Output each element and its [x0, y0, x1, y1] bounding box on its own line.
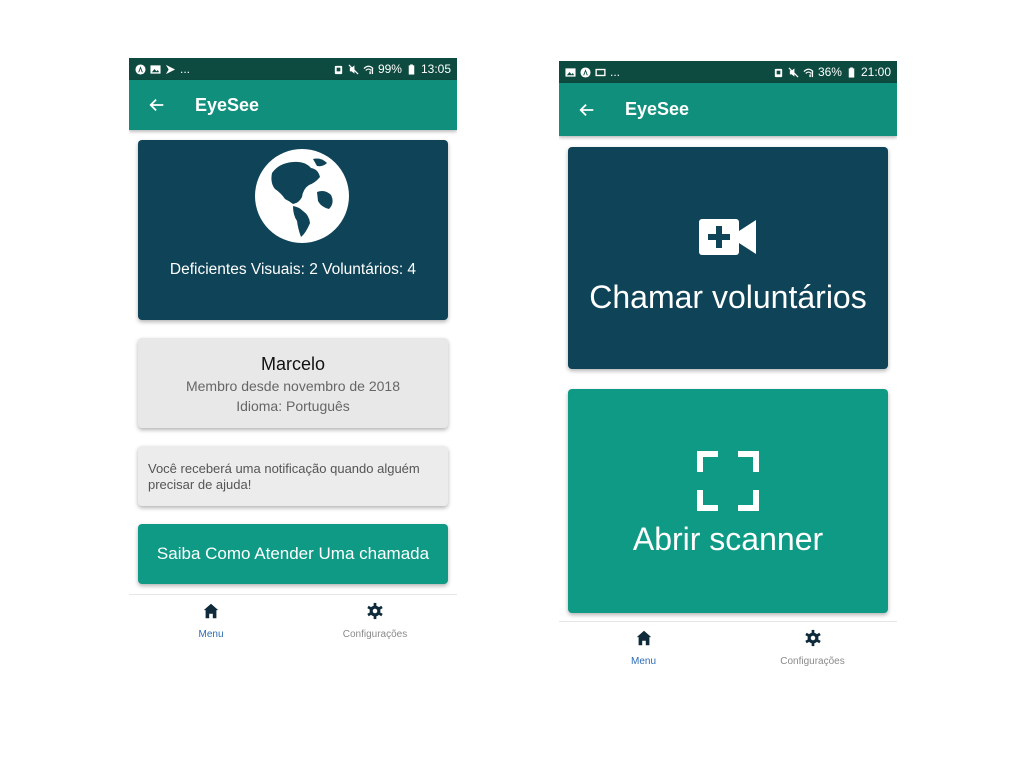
member-since: Membro desde novembro de 2018 [185, 378, 401, 394]
home-icon [201, 601, 221, 621]
bottom-navigation: Menu Configurações [129, 594, 457, 650]
mute-icon [788, 66, 799, 78]
play-store-icon [165, 64, 176, 75]
howto-call-label: Saiba Como Atender Uma chamada [156, 544, 430, 563]
call-volunteers-label: Chamar voluntários [589, 279, 867, 315]
status-more: ... [610, 65, 621, 79]
nav-item-menu[interactable]: Menu [559, 622, 728, 677]
nav-item-settings[interactable]: Configurações [293, 595, 457, 650]
video-call-icon [699, 217, 757, 257]
nav-label-settings: Configurações [342, 629, 408, 640]
gallery-icon [565, 67, 576, 78]
call-volunteers-button[interactable]: Chamar voluntários [568, 147, 888, 369]
user-language: Idioma: Português [236, 398, 350, 414]
mute-icon [348, 63, 359, 75]
open-scanner-button[interactable]: Abrir scanner [568, 389, 888, 613]
stats-text: Deficientes Visuais: 2 Voluntários: 4 [169, 261, 417, 278]
gear-icon [803, 628, 823, 648]
nav-label-menu: Menu [630, 656, 656, 667]
stats-card: Deficientes Visuais: 2 Voluntários: 4 [138, 140, 448, 320]
status-time: 13:05 [420, 62, 451, 76]
alarm-icon [333, 64, 344, 75]
battery-icon [846, 66, 857, 78]
notification-text: Você receberá uma notificação quando alg… [148, 461, 420, 492]
nav-label-menu: Menu [198, 629, 224, 640]
status-bar: ... 36% 21:00 [559, 61, 897, 83]
battery-percent: 36% [817, 65, 842, 79]
notification-card: Você receberá uma notificação quando alg… [138, 446, 448, 506]
battery-icon [406, 63, 417, 75]
wifi-signal-icon [363, 64, 374, 75]
app-title: EyeSee [625, 99, 690, 119]
gallery-icon [150, 64, 161, 75]
globe-icon [255, 149, 349, 243]
alarm-icon [773, 67, 784, 78]
gear-icon [365, 601, 385, 621]
assistant-icon [580, 66, 591, 78]
app-title: EyeSee [195, 94, 260, 115]
app-bar: EyeSee [129, 80, 457, 130]
nav-item-settings[interactable]: Configurações [728, 622, 897, 677]
home-icon [634, 628, 654, 648]
status-more: ... [180, 62, 191, 76]
scanner-icon [697, 451, 759, 511]
back-arrow-icon[interactable] [147, 95, 167, 115]
bottom-navigation: Menu Configurações [559, 621, 897, 677]
back-arrow-icon[interactable] [577, 100, 597, 120]
user-name: Marcelo [260, 354, 326, 374]
assistant-icon [135, 63, 146, 75]
howto-call-button[interactable]: Saiba Como Atender Uma chamada [138, 524, 448, 584]
wifi-signal-icon [803, 67, 814, 78]
left-phone-screen: ... 99% 13:05 EyeSee Deficientes Visuais… [129, 58, 457, 658]
nav-label-settings: Configurações [780, 656, 845, 667]
status-bar: ... 99% 13:05 [129, 58, 457, 80]
screenshot-icon [595, 67, 606, 78]
right-phone-screen: ... 36% 21:00 EyeSee Chamar voluntários [559, 61, 897, 681]
battery-percent: 99% [377, 62, 402, 76]
nav-item-menu[interactable]: Menu [129, 595, 293, 650]
open-scanner-label: Abrir scanner [632, 521, 824, 557]
app-bar: EyeSee [559, 83, 897, 136]
status-time: 21:00 [860, 65, 891, 79]
profile-card: Marcelo Membro desde novembro de 2018 Id… [138, 338, 448, 428]
